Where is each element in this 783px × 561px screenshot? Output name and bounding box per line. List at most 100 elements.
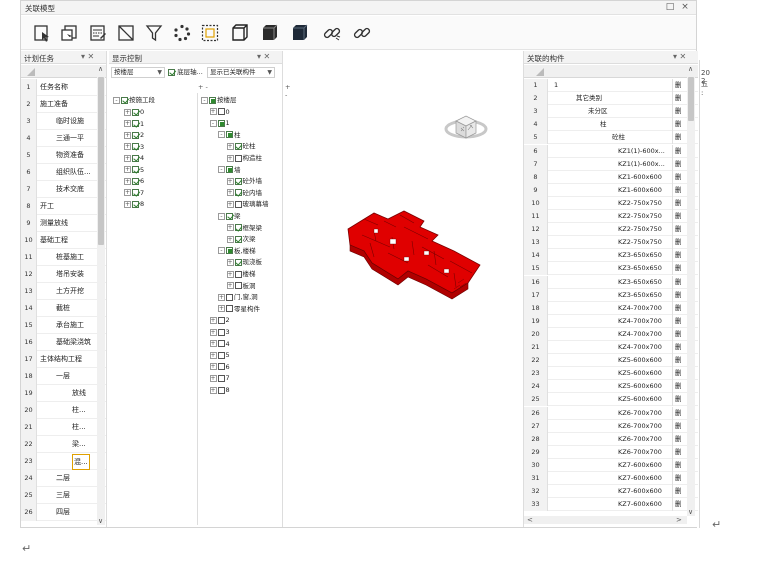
table-row[interactable]: 3 未分区 删除 [524, 105, 698, 119]
tree-node[interactable]: + 玻璃幕墙 [226, 199, 269, 210]
tree-node[interactable]: +3 [209, 327, 230, 338]
table-row[interactable]: 11 删除 [524, 79, 698, 92]
delete-button[interactable]: 删除 [672, 327, 686, 341]
task-name[interactable]: 施工准备 [40, 96, 68, 113]
delete-button[interactable]: 删除 [672, 249, 686, 263]
component-name[interactable]: KZ1-600x600 [618, 184, 662, 197]
table-row[interactable]: 21 柱... [21, 419, 106, 436]
tree-node[interactable]: +8 [124, 199, 144, 210]
expand-icon[interactable]: + [124, 120, 131, 127]
model-3d-canvas[interactable] [304, 51, 542, 527]
tree-node[interactable]: +7 [124, 188, 144, 199]
component-name[interactable]: KZ7-600x600 [618, 472, 662, 485]
expand-icon[interactable]: + [226, 235, 234, 243]
expand-icon[interactable]: + [226, 189, 234, 197]
tree-node[interactable]: +6 [209, 362, 230, 373]
cube-outline-icon[interactable] [227, 20, 253, 46]
floor-axis-toggle[interactable]: 底层轴... [168, 67, 203, 78]
scroll-right-icon[interactable]: > [676, 516, 682, 524]
table-row[interactable]: 16 KZ3-650x650 删除 [524, 275, 698, 289]
table-row[interactable]: 19 KZ4-700x700 删除 [524, 314, 698, 328]
tree-checkbox[interactable] [234, 177, 242, 185]
tree-checkbox[interactable] [217, 119, 225, 127]
expand-icon[interactable]: + [124, 189, 131, 196]
tree-checkbox[interactable] [217, 108, 225, 116]
component-name[interactable]: KZ5-600x600 [618, 354, 662, 367]
group-mode-select[interactable]: 按楼层 ▼ [111, 67, 165, 78]
table-row[interactable]: 10 KZ2-750x750 删除 [524, 196, 698, 210]
tree-node[interactable]: +0 [124, 107, 144, 118]
tree-checkbox[interactable] [132, 189, 139, 196]
expand-icon[interactable]: + [209, 374, 217, 382]
table-row[interactable]: 15 承台施工 [21, 317, 106, 334]
tree-node[interactable]: +5 [209, 350, 230, 361]
delete-button[interactable]: 删除 [672, 105, 686, 119]
delete-button[interactable]: 删除 [672, 262, 686, 276]
collapse-icon[interactable]: - [113, 96, 120, 104]
component-name[interactable]: KZ5-600x600 [618, 380, 662, 393]
delete-button[interactable]: 删除 [672, 458, 686, 472]
related-hscrollbar[interactable]: < > [524, 516, 687, 524]
scroll-up-icon[interactable]: ∧ [688, 65, 693, 73]
restore-button[interactable]: □ [664, 2, 676, 12]
scroll-left-icon[interactable]: < [527, 516, 533, 524]
table-row[interactable]: 3 临时设施 [21, 113, 106, 130]
tree-node[interactable]: + 砼内墙 [226, 188, 262, 199]
table-row[interactable]: 9 测量放线 [21, 215, 106, 232]
tree-checkbox[interactable] [226, 305, 233, 313]
component-name[interactable]: KZ4-700x700 [618, 302, 662, 315]
frame-select-icon[interactable] [197, 20, 223, 46]
tree-node[interactable]: + 次梁 [226, 234, 256, 245]
tree-checkbox[interactable] [226, 212, 233, 220]
delete-button[interactable]: 删除 [672, 288, 686, 302]
table-row[interactable]: 4 柱 删除 [524, 118, 698, 132]
tree-checkbox[interactable] [217, 328, 225, 336]
tree-checkbox[interactable] [217, 340, 225, 348]
tree-node[interactable]: +7 [209, 373, 230, 384]
task-name[interactable]: 四层 [56, 504, 70, 521]
link-icon[interactable] [319, 20, 345, 46]
expand-icon[interactable]: + [226, 258, 234, 266]
expand-icon[interactable]: + [226, 270, 234, 278]
related-scrollbar[interactable]: ∧ ∨ [687, 65, 695, 516]
table-row[interactable]: 5 物资准备 [21, 147, 106, 164]
delete-button[interactable]: 删除 [672, 236, 686, 250]
table-row[interactable]: 23 混... [21, 453, 106, 470]
delete-button[interactable]: 删除 [672, 170, 686, 184]
table-row[interactable]: 19 放线 [21, 385, 106, 402]
tree-node[interactable]: +4 [209, 339, 230, 350]
delete-button[interactable]: 删除 [672, 275, 686, 289]
tree-checkbox[interactable] [234, 282, 242, 290]
table-row[interactable]: 27 KZ6-700x700 删除 [524, 419, 698, 433]
expand-icon[interactable]: + [226, 282, 234, 290]
component-name[interactable]: KZ7-600x600 [618, 498, 662, 511]
task-name[interactable]: 组织队伍... [56, 164, 91, 181]
expand-collapse-left[interactable]: + - [198, 83, 208, 91]
table-row[interactable]: 33 KZ7-600x600 删除 [524, 498, 698, 512]
table-row[interactable]: 8 KZ1-600x600 删除 [524, 170, 698, 184]
building-model[interactable] [347, 210, 481, 300]
component-name[interactable]: KZ2-750x750 [618, 223, 662, 236]
delete-button[interactable]: 删除 [672, 367, 686, 381]
tree-node[interactable]: +1 [124, 119, 144, 130]
scroll-up-icon[interactable]: ∧ [98, 65, 103, 73]
tree-checkbox[interactable] [132, 131, 139, 139]
tree-node[interactable]: -柱 [218, 130, 241, 141]
task-name[interactable]: 截桩 [56, 300, 70, 317]
panel-pin-icon[interactable]: ▾ ✕ [81, 52, 94, 61]
task-name[interactable]: 桩基施工 [56, 249, 84, 266]
plan-scrollbar[interactable]: ∧ ∨ [97, 65, 105, 525]
table-row[interactable]: 26 四层 [21, 504, 106, 521]
cube-dark-icon[interactable] [287, 20, 313, 46]
task-name[interactable]: 塔吊安装 [56, 266, 84, 283]
table-row[interactable]: 26 KZ6-700x700 删除 [524, 406, 698, 420]
table-row[interactable]: 9 KZ1-600x600 删除 [524, 183, 698, 197]
collapse-icon[interactable]: - [218, 166, 225, 174]
component-name[interactable]: KZ1-600x600 [618, 171, 662, 184]
table-row[interactable]: 10 基础工程 [21, 232, 106, 249]
task-name[interactable]: 主体结构工程 [40, 351, 82, 368]
scroll-down-icon[interactable]: ∨ [688, 508, 693, 516]
delete-button[interactable]: 删除 [672, 210, 686, 223]
delete-button[interactable]: 删除 [672, 157, 686, 171]
table-row[interactable]: 21 KZ4-700x700 删除 [524, 341, 698, 354]
